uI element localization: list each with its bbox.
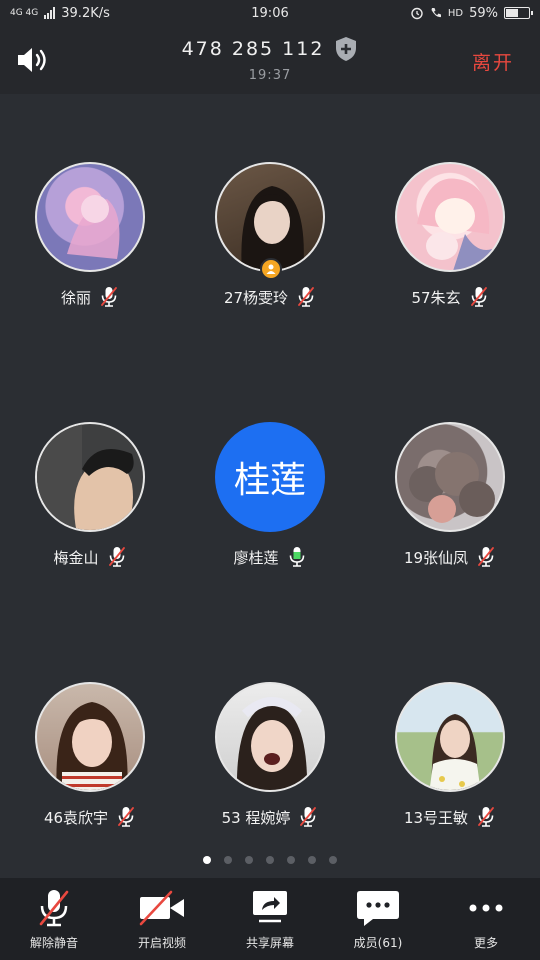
participant-name: 57朱玄 (411, 288, 461, 307)
meeting-duration: 19:37 (248, 68, 292, 83)
participant-name: 46袁欣宇 (43, 808, 109, 827)
alarm-icon (411, 7, 423, 20)
members-label: 成员(61) (353, 936, 403, 950)
anime-bunny-girl-avatar (395, 162, 505, 272)
status-bar: 4G 4G 39.2K/s 19:06 HD 59% (0, 0, 540, 26)
page-dot[interactable] (329, 856, 337, 864)
members-button[interactable]: 成员(61) (324, 878, 432, 960)
mic-muted-icon (99, 286, 119, 308)
meeting-header: 478 285 112 19:37 离开 (0, 26, 540, 94)
unmute-label: 解除静音 (29, 936, 78, 950)
mic-muted-icon (476, 546, 496, 568)
participant-tile[interactable]: 27杨雯玲 (180, 162, 360, 342)
page-dot[interactable] (224, 856, 232, 864)
signal-icon (44, 7, 56, 19)
mic-muted-icon (116, 806, 136, 828)
page-dot[interactable] (287, 856, 295, 864)
meeting-id-row: 478 285 112 (0, 36, 540, 62)
start-video-button[interactable]: 开启视频 (108, 878, 216, 960)
participant-name: 徐丽 (60, 288, 91, 307)
flower-bush-avatar (395, 422, 505, 532)
page-indicator (0, 856, 540, 864)
video-off-icon (139, 890, 184, 926)
shield-icon[interactable] (334, 36, 358, 62)
girl-short-hair-avatar (215, 162, 325, 272)
participant-tile[interactable]: 53 程婉婷 (180, 682, 360, 862)
man-profile-avatar (35, 422, 145, 532)
text-avatar: 桂莲 (215, 422, 325, 532)
more-button[interactable]: 更多 (432, 878, 540, 960)
network-indicator: 4G 4G (10, 8, 39, 18)
more-dots-icon (469, 904, 503, 912)
girl-laughing-avatar (215, 682, 325, 792)
participant-grid: 徐丽 27杨雯玲 57朱玄 梅金山 桂莲 廖桂莲 19张仙凤 46袁欣宇 53 … (0, 94, 540, 874)
leave-button[interactable]: 离开 (472, 48, 514, 75)
battery-icon (504, 7, 533, 19)
participant-name: 梅金山 (53, 548, 99, 567)
participant-tile[interactable]: 57朱玄 (360, 162, 540, 342)
unmute-button[interactable]: 解除静音 (0, 878, 108, 960)
share-screen-icon (253, 891, 287, 923)
mic-off-icon (39, 890, 69, 927)
mic-muted-icon (298, 806, 318, 828)
participant-name: 19张仙凤 (403, 548, 469, 567)
share-screen-button[interactable]: 共享屏幕 (216, 878, 324, 960)
participant-tile[interactable]: 梅金山 (0, 422, 180, 602)
mic-muted-icon (107, 546, 127, 568)
share-screen-label: 共享屏幕 (245, 936, 294, 950)
girl-bangs-avatar (35, 682, 145, 792)
battery-percent: 59% (469, 5, 498, 21)
page-dot[interactable] (266, 856, 274, 864)
participant-name: 13号王敏 (403, 808, 469, 827)
more-label: 更多 (473, 936, 498, 950)
hd-badge: HD (447, 7, 464, 19)
page-dot[interactable] (245, 856, 253, 864)
participant-tile[interactable]: 徐丽 (0, 162, 180, 342)
girl-outdoor-avatar (395, 682, 505, 792)
start-video-label: 开启视频 (137, 936, 186, 950)
anime-pink-hair-avatar (35, 162, 145, 272)
participant-tile[interactable]: 19张仙凤 (360, 422, 540, 602)
network-speed: 39.2K/s (61, 5, 110, 21)
participant-tile[interactable]: 46袁欣宇 (0, 682, 180, 862)
chat-bubble-icon (357, 891, 399, 926)
call-icon (431, 8, 441, 18)
participant-name: 53 程婉婷 (221, 808, 291, 827)
host-badge-icon (260, 258, 282, 280)
mic-active-icon (287, 546, 307, 568)
participant-name: 27杨雯玲 (223, 288, 289, 307)
page-dot[interactable] (203, 856, 211, 864)
participant-tile[interactable]: 13号王敏 (360, 682, 540, 862)
mic-muted-icon (469, 286, 489, 308)
mic-muted-icon (296, 286, 316, 308)
meeting-toolbar: 解除静音 开启视频 共享屏幕 成员(61) 更多 (0, 878, 540, 960)
participant-name: 廖桂莲 (233, 548, 279, 567)
mic-muted-icon (476, 806, 496, 828)
participant-tile[interactable]: 桂莲 廖桂莲 (180, 422, 360, 602)
page-dot[interactable] (308, 856, 316, 864)
meeting-id: 478 285 112 (181, 38, 325, 60)
